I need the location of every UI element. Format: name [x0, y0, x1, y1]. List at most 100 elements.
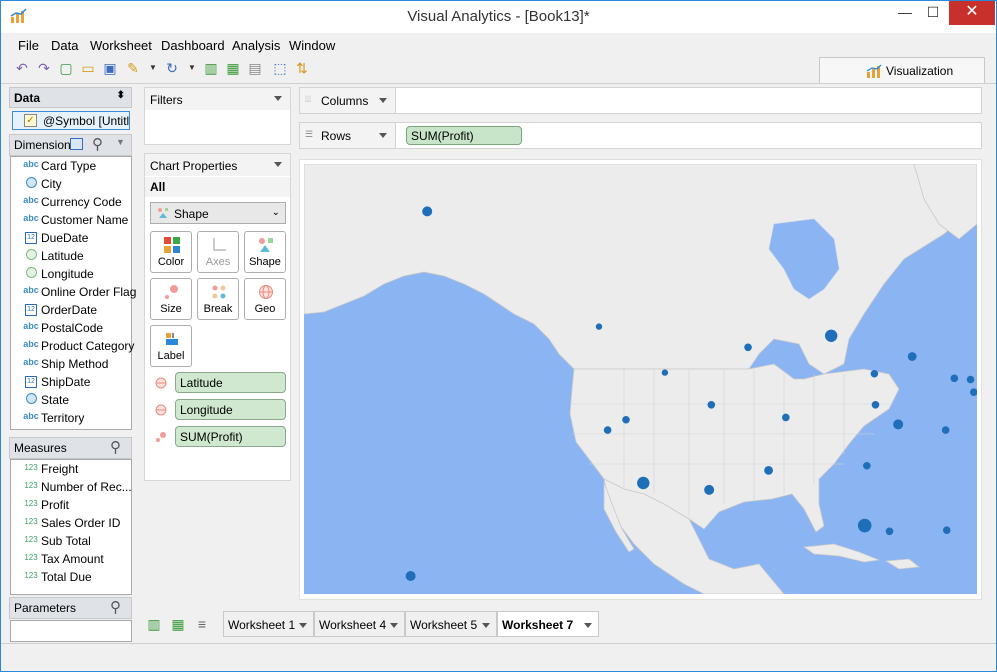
- tab-worksheet-1[interactable]: Worksheet 1: [223, 611, 314, 637]
- map-mark-8[interactable]: [950, 374, 959, 383]
- menu-worksheet[interactable]: Worksheet: [90, 38, 152, 53]
- dimension-item-city[interactable]: City: [11, 175, 131, 193]
- map-mark-18[interactable]: [893, 419, 904, 430]
- new-datasource-icon[interactable]: ✎: [124, 59, 142, 77]
- dimension-item-latitude[interactable]: Latitude: [11, 247, 131, 265]
- new-dashboard-tab-icon[interactable]: ▦: [169, 615, 187, 633]
- map-mark-23[interactable]: [941, 426, 950, 434]
- parameters-list[interactable]: [10, 620, 132, 642]
- rows-profit-pill[interactable]: SUM(Profit): [406, 126, 522, 145]
- rows-shelf[interactable]: ☰ Rows SUM(Profit): [299, 122, 982, 149]
- close-button[interactable]: ✕: [949, 1, 995, 25]
- map-mark-16[interactable]: [764, 465, 773, 475]
- dimension-item-duedate[interactable]: 12 DueDate: [11, 229, 131, 247]
- map-mark-0[interactable]: [422, 206, 433, 217]
- dimension-item-orderdate[interactable]: 12 OrderDate: [11, 301, 131, 319]
- map-mark-20[interactable]: [857, 518, 872, 533]
- map-mark-2[interactable]: [595, 323, 603, 330]
- search-icon[interactable]: ⚲: [92, 135, 103, 153]
- refresh-dropdown-icon[interactable]: ▼: [183, 59, 201, 77]
- dimension-item-online-order-flag[interactable]: abc Online Order Flag: [11, 283, 136, 301]
- map-mark-1[interactable]: [405, 571, 416, 581]
- measure-item-total-due[interactable]: 123 Total Due: [11, 568, 131, 586]
- map-mark-22[interactable]: [942, 526, 951, 534]
- break-card[interactable]: Break: [197, 278, 239, 320]
- mark-type-select[interactable]: Shape ⌄: [150, 202, 286, 224]
- tab-visualization[interactable]: Visualization: [819, 57, 985, 83]
- dimensions-menu-icon[interactable]: ▼: [116, 137, 125, 147]
- columns-shelf[interactable]: ⦙⦙⦙ Columns: [299, 87, 982, 114]
- measure-item-sales-order-id[interactable]: 123 Sales Order ID: [11, 514, 131, 532]
- undo-icon[interactable]: ↶: [13, 59, 31, 77]
- geo-card[interactable]: Geo: [244, 278, 286, 320]
- menu-analysis[interactable]: Analysis: [232, 38, 280, 53]
- new-worksheet-icon[interactable]: ▥: [202, 59, 220, 77]
- map-mark-11[interactable]: [782, 413, 790, 422]
- dimension-item-shipdate[interactable]: 12 ShipDate: [11, 373, 131, 391]
- measure-item-tax-amount[interactable]: 123 Tax Amount: [11, 550, 131, 568]
- map-mark-4[interactable]: [744, 343, 752, 352]
- map-canvas[interactable]: [304, 164, 977, 594]
- sheet-list-icon[interactable]: ≡: [193, 615, 211, 633]
- measure-item-profit[interactable]: 123 Profit: [11, 496, 131, 514]
- longitude-pill[interactable]: Longitude: [175, 399, 286, 420]
- dimension-item-state[interactable]: State: [11, 391, 131, 409]
- columns-dropdown-icon[interactable]: [379, 98, 387, 103]
- new-worksheet-tab-icon[interactable]: ▥: [145, 615, 163, 633]
- map-mark-21[interactable]: [885, 527, 894, 536]
- datasource-dropdown-icon[interactable]: ▼: [144, 59, 162, 77]
- save-icon[interactable]: ▣: [101, 59, 119, 77]
- map-mark-19[interactable]: [863, 461, 871, 470]
- menu-dashboard[interactable]: Dashboard: [161, 38, 225, 53]
- redo-icon[interactable]: ↷: [35, 59, 53, 77]
- swap-icon[interactable]: ⇅: [293, 59, 311, 77]
- map-mark-12[interactable]: [622, 415, 630, 424]
- menu-data[interactable]: Data: [51, 38, 78, 53]
- dimension-item-card-type[interactable]: abc Card Type: [11, 157, 131, 175]
- tab-worksheet-7[interactable]: Worksheet 7: [497, 611, 599, 637]
- map-mark-14[interactable]: [637, 476, 650, 490]
- rows-dropdown-icon[interactable]: [379, 133, 387, 138]
- label-card[interactable]: Label: [150, 325, 192, 367]
- map-mark-9[interactable]: [966, 375, 975, 384]
- latitude-pill[interactable]: Latitude: [175, 372, 286, 393]
- color-card[interactable]: Color: [150, 231, 192, 273]
- dimension-item-territory[interactable]: abc Territory: [11, 409, 131, 427]
- scope-all[interactable]: All: [145, 177, 290, 197]
- dimension-item-customer-name[interactable]: abc Customer Name: [11, 211, 131, 229]
- dimension-item-ship-method[interactable]: abc Ship Method: [11, 355, 131, 373]
- chart-properties-dropdown-icon[interactable]: [274, 162, 282, 167]
- tab-worksheet-4[interactable]: Worksheet 4: [314, 611, 405, 637]
- dimension-item-product-category[interactable]: abc Product Category: [11, 337, 134, 355]
- measure-item-number-of-rec[interactable]: 123 Number of Rec...: [11, 478, 131, 496]
- dimension-item-postalcode[interactable]: abc PostalCode: [11, 319, 131, 337]
- new-dashboard-icon[interactable]: ▦: [224, 59, 242, 77]
- tab-worksheet-1-dropdown-icon[interactable]: [299, 623, 307, 628]
- map-mark-17[interactable]: [871, 401, 880, 409]
- tab-worksheet-5[interactable]: Worksheet 5: [405, 611, 497, 637]
- dimension-item-longitude[interactable]: Longitude: [11, 265, 131, 283]
- axes-card[interactable]: Axes: [197, 231, 239, 273]
- dimension-item-currency-code[interactable]: abc Currency Code: [11, 193, 131, 211]
- parameters-search-icon[interactable]: ⚲: [110, 598, 121, 616]
- filters-dropdown-icon[interactable]: [274, 96, 282, 101]
- measures-search-icon[interactable]: ⚲: [110, 438, 121, 456]
- shape-card[interactable]: Shape: [244, 231, 286, 273]
- tab-worksheet-7-dropdown-icon[interactable]: [584, 623, 592, 628]
- size-card[interactable]: Size: [150, 278, 192, 320]
- tab-worksheet-5-dropdown-icon[interactable]: [482, 623, 490, 628]
- refresh-icon[interactable]: ↻: [163, 59, 181, 77]
- new-file-icon[interactable]: ▢: [57, 59, 75, 77]
- table-view-icon[interactable]: [70, 138, 83, 150]
- menu-window[interactable]: Window: [289, 38, 335, 53]
- map-view[interactable]: [299, 159, 982, 600]
- map-mark-15[interactable]: [704, 484, 715, 495]
- map-mark-6[interactable]: [870, 369, 879, 378]
- measure-item-sub-total[interactable]: 123 Sub Total: [11, 532, 131, 550]
- menu-file[interactable]: File: [18, 38, 39, 53]
- filters-panel[interactable]: Filters: [144, 87, 291, 145]
- map-mark-5[interactable]: [825, 329, 838, 342]
- measure-item-freight[interactable]: 123 Freight: [11, 460, 131, 478]
- datasource-item[interactable]: ✓ @Symbol [Untitl...: [12, 111, 130, 130]
- open-folder-icon[interactable]: ▭: [79, 59, 97, 77]
